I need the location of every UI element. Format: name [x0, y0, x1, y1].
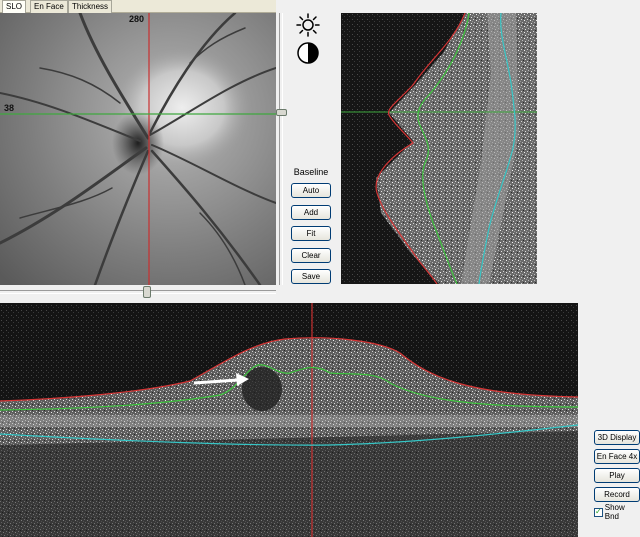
view-tab-bar: SLO En Face Thickness — [0, 0, 276, 14]
save-button[interactable]: Save — [291, 269, 331, 284]
clear-button[interactable]: Clear — [291, 248, 331, 263]
tab-en-face[interactable]: En Face — [30, 0, 68, 13]
horizontal-bscan-graphic — [0, 303, 578, 537]
en-face-4x-button[interactable]: En Face 4x — [594, 449, 640, 464]
vertical-bscan-graphic — [341, 13, 537, 284]
add-button[interactable]: Add — [291, 205, 331, 220]
show-bnd-checkbox-row[interactable]: ✓ Show Bnd — [594, 503, 640, 521]
fit-button[interactable]: Fit — [291, 226, 331, 241]
horizontal-slider-track[interactable] — [0, 290, 276, 294]
tab-thickness[interactable]: Thickness — [68, 0, 113, 13]
play-button[interactable]: Play — [594, 468, 640, 483]
sun-icon[interactable] — [295, 12, 321, 38]
3d-display-button[interactable]: 3D Display — [594, 430, 640, 445]
row-marker-label: 38 — [4, 103, 15, 113]
vertical-bscan-image[interactable] — [341, 13, 537, 284]
show-bnd-label: Show Bnd — [604, 503, 625, 521]
auto-button[interactable]: Auto — [291, 183, 331, 198]
horizontal-slider-thumb[interactable] — [143, 286, 151, 298]
tab-slo[interactable]: SLO — [2, 0, 27, 14]
horizontal-bscan-image[interactable] — [0, 303, 578, 537]
record-button[interactable]: Record — [594, 487, 640, 502]
vertical-slider-track[interactable] — [279, 13, 283, 285]
column-marker-label: 280 — [129, 14, 145, 24]
vertical-slider-thumb[interactable] — [276, 109, 287, 116]
contrast-icon[interactable] — [295, 40, 321, 66]
fundus-graphic — [0, 13, 276, 285]
slo-fundus-image[interactable] — [0, 13, 276, 285]
baseline-title: Baseline — [293, 167, 329, 177]
show-bnd-checkbox[interactable]: ✓ — [594, 507, 603, 517]
